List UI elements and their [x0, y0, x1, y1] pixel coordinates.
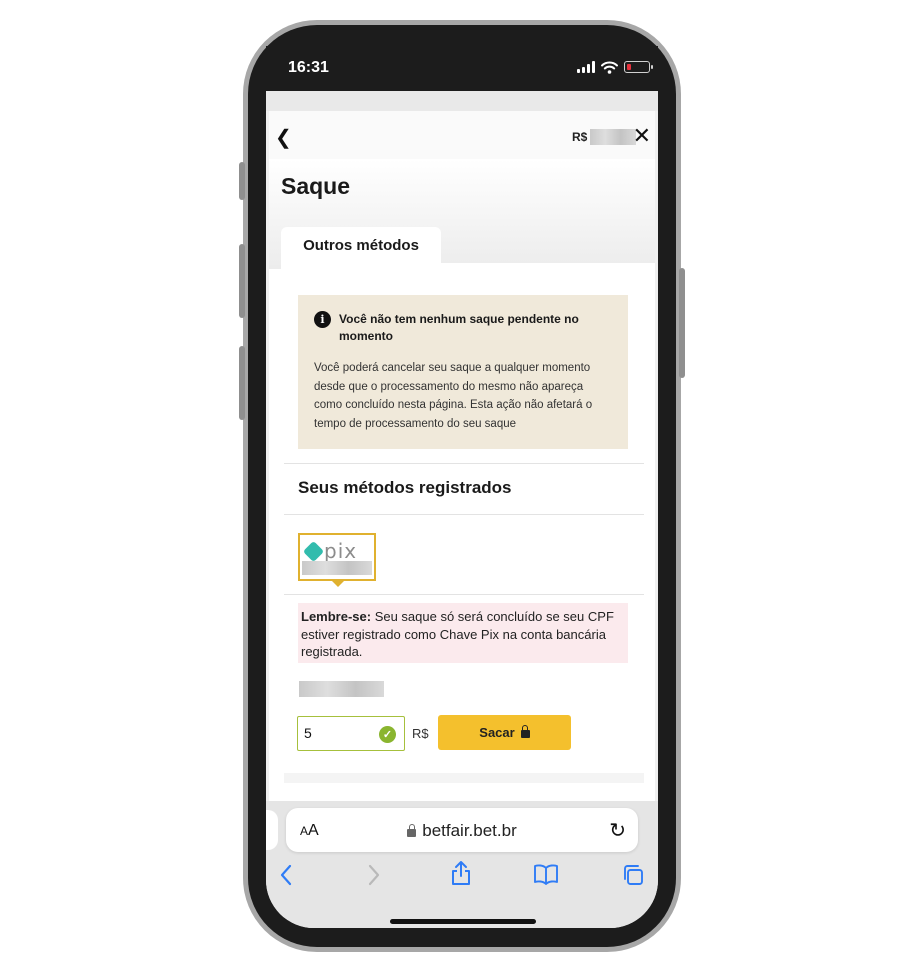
back-icon[interactable]	[278, 863, 294, 887]
balance-currency: R$	[572, 130, 588, 144]
page-title: Saque	[281, 173, 351, 199]
url-display[interactable]: betfair.bet.br	[286, 821, 638, 841]
tabs-icon[interactable]	[621, 863, 645, 887]
amount-input[interactable]	[304, 725, 374, 741]
pix-account-blurred	[302, 561, 372, 575]
withdraw-button-label: Sacar	[479, 725, 515, 740]
modal-nav: ❮ R$ ✕	[269, 111, 655, 159]
currency-label: R$	[412, 726, 429, 741]
forward-icon[interactable]	[366, 863, 382, 887]
reminder-label: Lembre-se:	[301, 609, 372, 624]
pix-logo: pix	[302, 539, 358, 563]
share-icon[interactable]	[450, 859, 472, 887]
chevron-left-icon[interactable]: ❮	[275, 125, 292, 150]
bookmarks-icon[interactable]	[533, 863, 559, 885]
check-icon: ✓	[379, 726, 396, 743]
cellular-signal-icon	[577, 61, 595, 73]
wifi-icon	[601, 61, 618, 74]
divider	[284, 463, 644, 464]
volume-up-button	[239, 244, 245, 318]
amount-field[interactable]: ✓	[297, 716, 405, 751]
lock-icon	[407, 823, 417, 837]
safari-bottom-bar: AA betfair.bet.br ↻	[266, 801, 658, 928]
pix-method-card[interactable]: pix	[298, 533, 376, 587]
bottom-strip	[284, 773, 644, 783]
web-content: ❮ R$ ✕ Saque Outros métodos i Você não t…	[266, 91, 658, 823]
lock-icon	[520, 725, 530, 738]
address-bar[interactable]: AA betfair.bet.br ↻	[286, 808, 638, 852]
phone-screen: ❮ R$ ✕ Saque Outros métodos i Você não t…	[266, 46, 658, 928]
tab-panel: i Você não tem nenhum saque pendente no …	[281, 263, 655, 823]
close-icon[interactable]: ✕	[633, 123, 651, 149]
notice-box: i Você não tem nenhum saque pendente no …	[298, 295, 628, 449]
mute-switch	[239, 162, 245, 200]
balance-blurred	[590, 129, 637, 145]
pix-diamond-icon	[302, 540, 325, 562]
previous-tab-edge[interactable]	[266, 810, 278, 850]
info-icon: i	[314, 311, 331, 328]
section-title: Seus métodos registrados	[298, 478, 512, 497]
tab-outros-metodos[interactable]: Outros métodos	[281, 227, 441, 263]
balance-display: R$	[572, 129, 637, 145]
withdraw-button[interactable]: Sacar	[438, 715, 571, 750]
reminder-box: Lembre-se: Seu saque só será concluído s…	[298, 603, 628, 663]
web-top-strip	[266, 91, 658, 111]
status-time: 16:31	[288, 59, 329, 76]
reload-icon[interactable]: ↻	[609, 818, 626, 843]
url-text: betfair.bet.br	[422, 821, 517, 840]
power-button	[679, 268, 685, 378]
notice-heading-row: i Você não tem nenhum saque pendente no …	[314, 311, 612, 345]
battery-low-icon	[624, 61, 653, 73]
withdraw-modal: ❮ R$ ✕ Saque Outros métodos i Você não t…	[269, 111, 655, 823]
notice-body: Você poderá cancelar seu saque a qualque…	[314, 362, 593, 430]
safari-toolbar	[266, 861, 658, 895]
volume-down-button	[239, 346, 245, 420]
home-indicator	[390, 919, 536, 924]
status-bar: 16:31	[266, 46, 658, 91]
account-blurred	[299, 681, 384, 697]
status-icons	[577, 60, 653, 74]
divider	[284, 514, 644, 515]
notice-heading: Você não tem nenhum saque pendente no mo…	[339, 312, 579, 343]
pix-logo-text: pix	[324, 539, 358, 563]
divider	[284, 594, 644, 595]
